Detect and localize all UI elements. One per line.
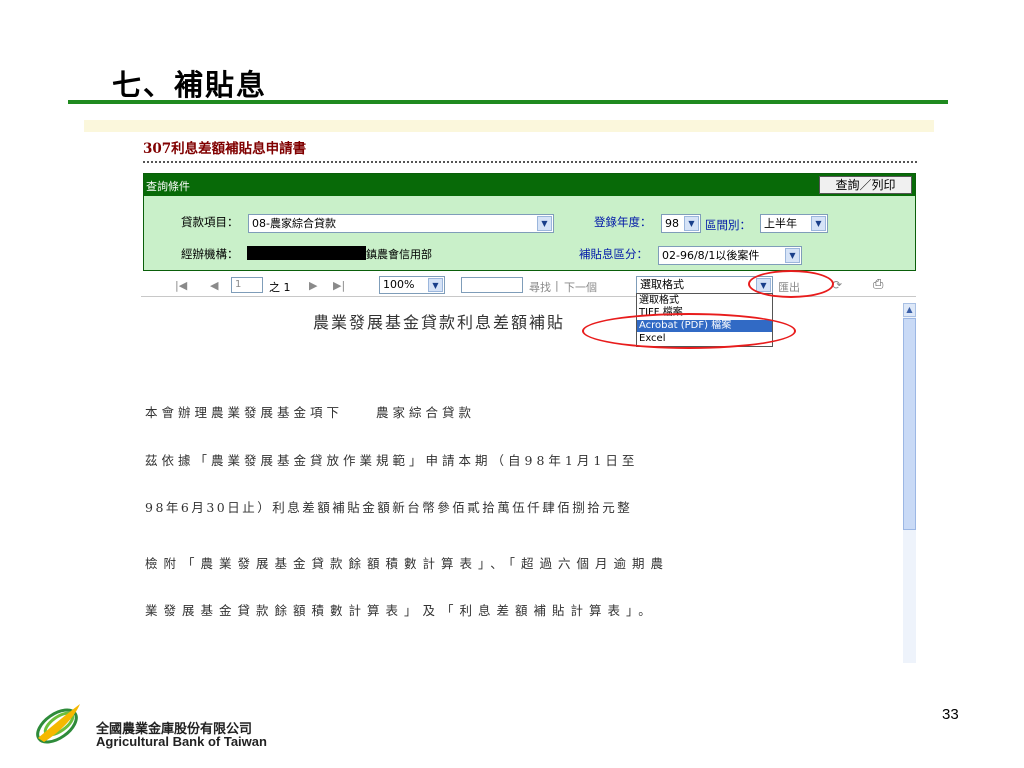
chevron-down-icon: ▼ bbox=[537, 216, 552, 231]
agency-value: 鎮農會信用部 bbox=[366, 248, 432, 261]
query-panel-header: 查詢條件 查詢／列印 bbox=[144, 174, 915, 196]
screenshot-top-strip bbox=[84, 120, 934, 132]
loan-item-label: 貸款項目： bbox=[181, 215, 239, 229]
register-year-select[interactable]: 98 ▼ bbox=[661, 214, 701, 233]
format-option[interactable]: 選取格式 bbox=[637, 295, 772, 307]
first-page-icon[interactable]: |◀ bbox=[175, 279, 187, 292]
page-number: 33 bbox=[942, 706, 959, 723]
chevron-down-icon: ▼ bbox=[785, 248, 800, 263]
subsidy-section-label: 補貼息區分： bbox=[579, 247, 648, 261]
find-link[interactable]: 尋找 bbox=[529, 279, 551, 295]
export-format-value: 選取格式 bbox=[640, 278, 684, 291]
dotted-divider bbox=[143, 161, 917, 163]
toolbar-separator: | bbox=[555, 279, 559, 292]
last-page-icon[interactable]: ▶| bbox=[333, 279, 345, 292]
page-count-text: 之 1 bbox=[269, 281, 291, 294]
next-page-icon[interactable]: ▶ bbox=[309, 279, 317, 292]
highlight-ellipse-export bbox=[748, 270, 834, 298]
slide-title: 七、補貼息 bbox=[112, 68, 268, 102]
query-print-button[interactable]: 查詢／列印 bbox=[819, 176, 912, 194]
chevron-down-icon: ▼ bbox=[684, 216, 699, 231]
query-header-label: 查詢條件 bbox=[146, 180, 190, 193]
bank-logo-icon bbox=[36, 704, 80, 744]
loan-item-select[interactable]: 08-農家綜合貸款 ▼ bbox=[248, 214, 554, 233]
interval-value: 上半年 bbox=[764, 217, 797, 230]
vertical-scrollbar[interactable]: ▲ bbox=[903, 303, 916, 663]
report-line-4: 檢附「農業發展基金貸款餘額積數計算表」、「超過六個月逾期農 bbox=[145, 556, 670, 571]
prev-page-icon[interactable]: ◀ bbox=[210, 279, 218, 292]
subsidy-section-value: 02-96/8/1以後案件 bbox=[662, 249, 760, 262]
agency-label: 經辦機構： bbox=[181, 247, 239, 261]
loan-item-value: 08-農家綜合貸款 bbox=[252, 217, 336, 230]
scroll-thumb[interactable] bbox=[903, 318, 916, 530]
chevron-down-icon: ▼ bbox=[811, 216, 826, 231]
find-text-input[interactable] bbox=[461, 277, 523, 293]
company-name-en: Agricultural Bank of Taiwan bbox=[96, 734, 267, 749]
redacted-agency-name bbox=[247, 246, 366, 260]
interval-select[interactable]: 上半年 ▼ bbox=[760, 214, 828, 233]
report-line-3: 98年6月30日止）利息差額補貼金額新台幣參佰貳拾萬伍仟肆佰捌拾元整 bbox=[145, 500, 633, 515]
report-line-1: 本會辦理農業發展基金項下 農家綜合貸款 bbox=[145, 405, 476, 420]
interval-label: 區間別： bbox=[705, 218, 751, 232]
chevron-down-icon: ▼ bbox=[428, 278, 443, 292]
printer-icon[interactable]: ⎙ bbox=[873, 277, 883, 292]
find-next-link[interactable]: 下一個 bbox=[564, 279, 597, 295]
register-year-label: 登錄年度： bbox=[594, 215, 652, 229]
app-title: 307利息差額補貼息申請書 bbox=[143, 141, 307, 157]
report-area: 農業發展基金貸款利息差額補貼 本會辦理農業發展基金項下 農家綜合貸款 茲依據「農… bbox=[143, 297, 916, 667]
report-line-2: 茲依據「農業發展基金貸放作業規範」申請本期（自98年1月1日至 bbox=[145, 453, 639, 468]
report-title: 農業發展基金貸款利息差額補貼 bbox=[313, 313, 566, 332]
highlight-ellipse-pdf bbox=[582, 313, 796, 349]
subsidy-section-select[interactable]: 02-96/8/1以後案件 ▼ bbox=[658, 246, 802, 265]
register-year-value: 98 bbox=[665, 217, 679, 230]
title-rule bbox=[68, 100, 948, 104]
zoom-select[interactable]: 100% ▼ bbox=[379, 276, 445, 294]
zoom-value: 100% bbox=[383, 278, 415, 291]
scroll-up-icon[interactable]: ▲ bbox=[903, 303, 916, 317]
report-line-5: 業發展基金貸款餘額積數計算表」及「利息差額補貼計算表」。 bbox=[145, 603, 657, 618]
page-number-input[interactable]: 1 bbox=[231, 277, 263, 293]
query-panel: 查詢條件 查詢／列印 貸款項目： 08-農家綜合貸款 ▼ 登錄年度： 98 ▼ … bbox=[143, 173, 916, 271]
